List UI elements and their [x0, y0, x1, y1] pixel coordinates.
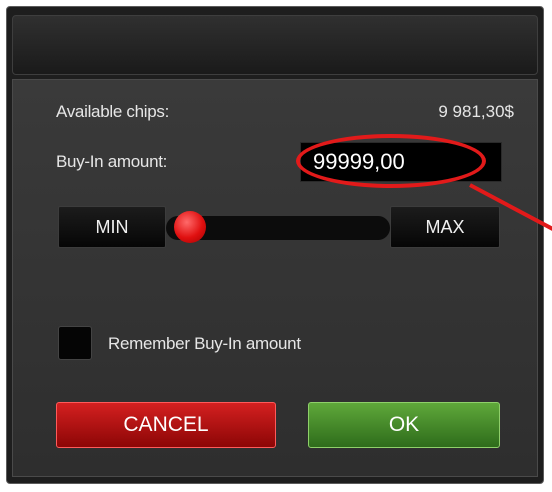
available-chips-label: Available chips: — [56, 102, 170, 121]
screenshot-stage: Available chips: 9 981,30$ Buy-In amount… — [0, 0, 552, 492]
min-button[interactable]: MIN — [58, 206, 166, 248]
cancel-button[interactable]: CANCEL — [56, 402, 276, 448]
max-button[interactable]: MAX — [390, 206, 500, 248]
buy-in-label: Buy-In amount: — [56, 152, 168, 171]
available-chips-value: 9 981,30$ — [438, 102, 514, 121]
remember-buy-in-label: Remember Buy-In amount — [108, 334, 301, 353]
dialog-title-bar — [12, 15, 538, 75]
buy-in-amount-input[interactable] — [300, 142, 502, 182]
ok-button[interactable]: OK — [308, 402, 500, 448]
buy-in-slider-thumb[interactable] — [174, 211, 206, 243]
remember-buy-in-checkbox[interactable] — [58, 326, 92, 360]
